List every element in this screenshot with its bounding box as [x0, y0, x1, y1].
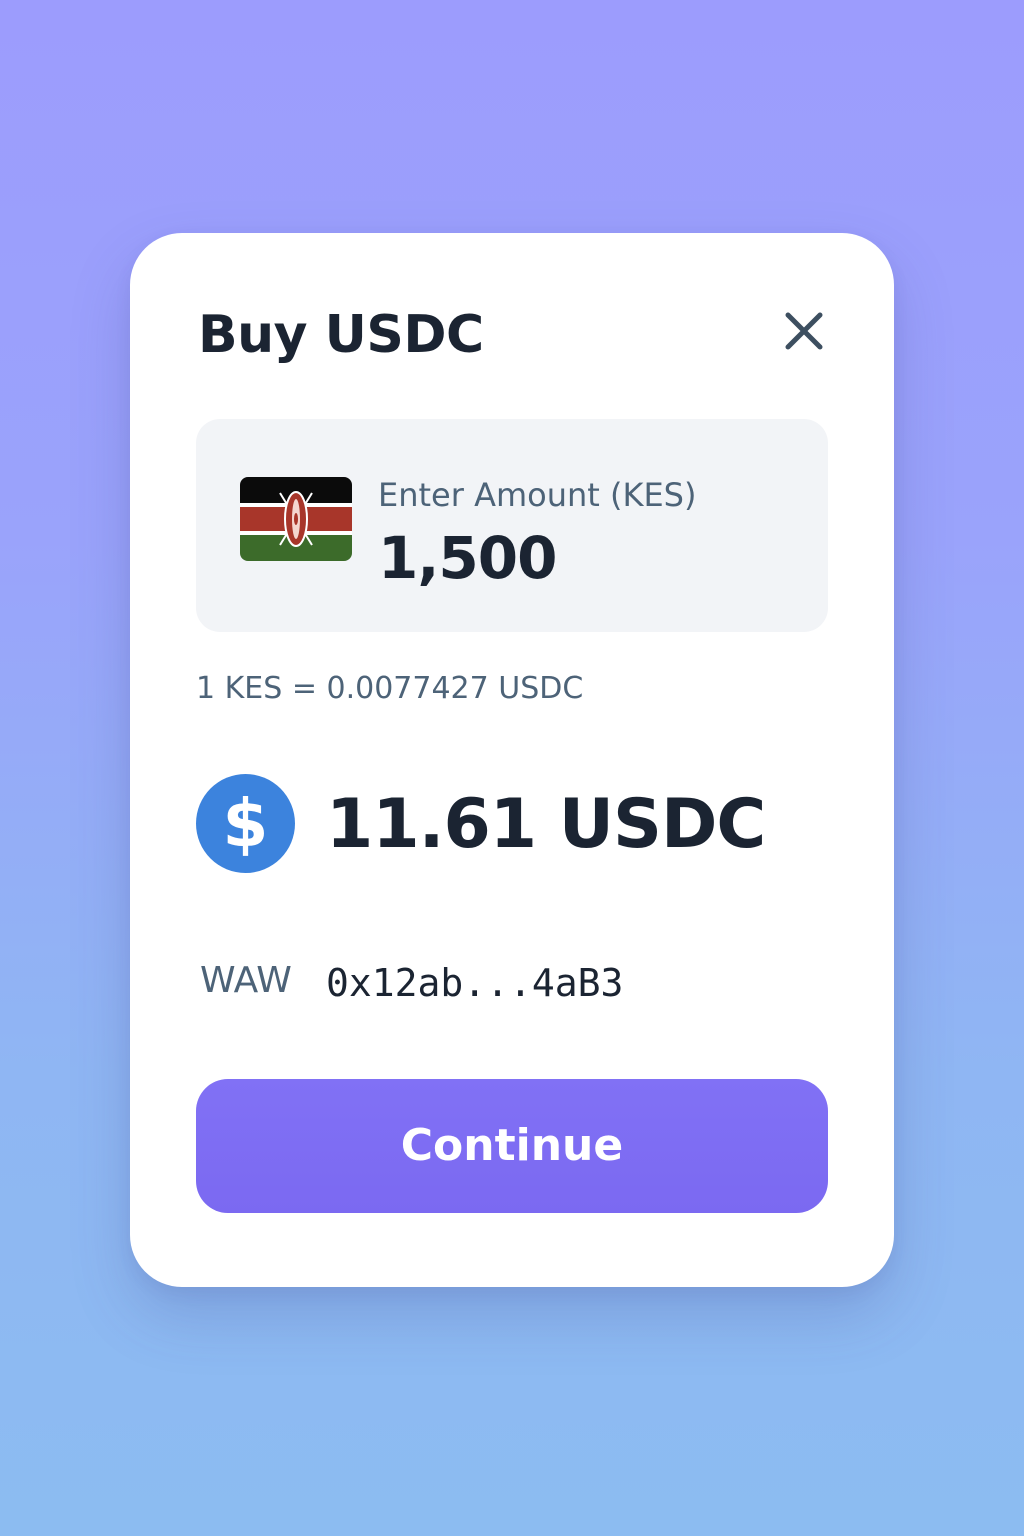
usdc-amount: 11.61 USDC [326, 785, 766, 864]
amount-label: Enter Amount (KES) [378, 476, 697, 514]
wallet-address: 0x12ab...4aB3 [326, 961, 624, 1005]
exchange-rate-text: 1 KES = 0.0077427 USDC [196, 671, 584, 706]
usdc-icon: $ [196, 774, 295, 873]
kenya-flag-icon [240, 477, 352, 561]
amount-value[interactable]: 1,500 [378, 523, 798, 593]
dialog-title: Buy USDC [198, 305, 484, 365]
svg-text:$: $ [223, 785, 269, 862]
continue-button[interactable]: Continue [196, 1079, 828, 1213]
amount-input-field[interactable]: Enter Amount (KES) 1,500 [196, 419, 828, 632]
close-icon[interactable] [780, 307, 828, 355]
wallet-label: WAW [200, 960, 292, 1001]
buy-usdc-dialog: Buy USDC Enter Amount (KES) 1,500 1 KES … [130, 233, 894, 1287]
